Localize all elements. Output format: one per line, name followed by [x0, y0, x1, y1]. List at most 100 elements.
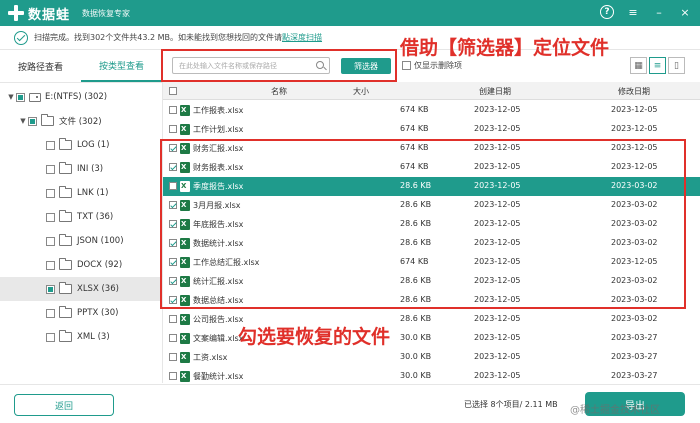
tree-item-lnk[interactable]: LNK (1) [0, 181, 163, 205]
folder-icon [59, 306, 72, 318]
select-all-checkbox[interactable] [169, 87, 177, 95]
table-row[interactable]: 年底报告.xlsx 28.6 KB 2023-12-05 2023-03-02 [163, 215, 700, 234]
tree-item-label: LOG (1) [77, 140, 110, 150]
col-name[interactable]: 名称 [271, 86, 287, 97]
close-icon[interactable]: × [678, 5, 692, 19]
chevron-down-icon[interactable]: ▼ [6, 93, 16, 101]
cell-size: 30.0 KB [400, 371, 432, 380]
tree-item-json[interactable]: JSON (100) [0, 229, 163, 253]
detail-view-icon[interactable]: ▯ [668, 57, 685, 74]
table-row[interactable]: 数据总结.xlsx 28.6 KB 2023-12-05 2023-03-02 [163, 291, 700, 310]
tree-item-drive[interactable]: ▼ E:(NTFS) (302) [0, 85, 163, 109]
col-size[interactable]: 大小 [353, 86, 369, 97]
tree-item-txt[interactable]: TXT (36) [0, 205, 163, 229]
cell-size: 28.6 KB [400, 276, 432, 285]
search-icon[interactable] [316, 61, 324, 69]
tree-item-label: XML (3) [77, 332, 110, 342]
col-created[interactable]: 创建日期 [479, 86, 511, 97]
row-checkbox[interactable] [169, 220, 177, 228]
cell-created: 2023-12-05 [474, 257, 521, 266]
chevron-down-icon[interactable]: ▼ [18, 117, 28, 125]
tree-checkbox[interactable] [46, 236, 55, 246]
excel-file-icon [180, 371, 190, 382]
cell-name: 餐勤统计.xlsx [193, 372, 244, 381]
tree-checkbox[interactable] [16, 92, 25, 102]
only-deleted-toggle[interactable]: 仅显示删除项 [402, 60, 462, 71]
only-deleted-checkbox[interactable] [402, 61, 411, 70]
row-checkbox[interactable] [169, 315, 177, 323]
table-row[interactable]: 工作总结汇报.xlsx 674 KB 2023-12-05 2023-12-05 [163, 253, 700, 272]
col-modified[interactable]: 修改日期 [618, 86, 650, 97]
search-input[interactable] [179, 61, 309, 70]
tree-checkbox[interactable] [46, 332, 55, 342]
table-header: 名称 大小 创建日期 修改日期 [163, 82, 700, 100]
tree-item-log[interactable]: LOG (1) [0, 133, 163, 157]
row-checkbox[interactable] [169, 258, 177, 266]
grid-view-icon[interactable]: ▦ [630, 57, 647, 74]
excel-file-icon [180, 143, 190, 154]
cell-created: 2023-12-05 [474, 181, 521, 190]
cell-modified: 2023-03-02 [611, 314, 658, 323]
tree-item-label: JSON (100) [77, 236, 124, 246]
excel-file-icon [180, 162, 190, 173]
tree-item-xml[interactable]: XML (3) [0, 325, 163, 349]
minimize-icon[interactable]: – [652, 5, 666, 19]
tree-checkbox[interactable] [28, 116, 37, 126]
table-row[interactable]: 工资.xlsx 30.0 KB 2023-12-05 2023-03-27 [163, 348, 700, 367]
tree-checkbox[interactable] [46, 284, 55, 294]
cell-modified: 2023-03-02 [611, 238, 658, 247]
row-checkbox[interactable] [169, 239, 177, 247]
cell-modified: 2023-12-05 [611, 105, 658, 114]
tree-checkbox[interactable] [46, 140, 55, 150]
table-row[interactable]: 工作计划.xlsx 674 KB 2023-12-05 2023-12-05 [163, 120, 700, 139]
cell-created: 2023-12-05 [474, 238, 521, 247]
table-row[interactable]: 财务报表.xlsx 674 KB 2023-12-05 2023-12-05 [163, 158, 700, 177]
excel-file-icon [180, 238, 190, 249]
filter-button[interactable]: 筛选器 [341, 58, 391, 74]
tab-by-type[interactable]: 按类型查看 [81, 51, 162, 82]
table-row[interactable]: 工作报表.xlsx 674 KB 2023-12-05 2023-12-05 [163, 101, 700, 120]
cell-created: 2023-12-05 [474, 143, 521, 152]
folder-icon [59, 234, 72, 246]
list-view-icon[interactable]: ≡ [649, 57, 666, 74]
excel-file-icon [180, 219, 190, 230]
search-box[interactable] [172, 57, 330, 74]
row-checkbox[interactable] [169, 353, 177, 361]
row-checkbox[interactable] [169, 125, 177, 133]
tree-item-ini[interactable]: INI (3) [0, 157, 163, 181]
row-checkbox[interactable] [169, 296, 177, 304]
app-name: 数据蛙 [28, 7, 71, 23]
row-checkbox[interactable] [169, 277, 177, 285]
tree-checkbox[interactable] [46, 260, 55, 270]
tree-item-docx[interactable]: DOCX (92) [0, 253, 163, 277]
back-button[interactable]: 返回 [14, 394, 114, 416]
help-icon[interactable]: ? [600, 5, 614, 19]
cell-created: 2023-12-05 [474, 276, 521, 285]
table-row[interactable]: 统计汇报.xlsx 28.6 KB 2023-12-05 2023-03-02 [163, 272, 700, 291]
table-row[interactable]: 3月月报.xlsx 28.6 KB 2023-12-05 2023-03-02 [163, 196, 700, 215]
tree-item-files[interactable]: ▼ 文件 (302) [0, 109, 163, 133]
tree-checkbox[interactable] [46, 212, 55, 222]
menu-icon[interactable]: ≡ [626, 5, 640, 19]
table-row[interactable]: 财务汇报.xlsx 674 KB 2023-12-05 2023-12-05 [163, 139, 700, 158]
tree-item-xlsx[interactable]: XLSX (36) [0, 277, 163, 301]
row-checkbox[interactable] [169, 201, 177, 209]
tree-checkbox[interactable] [46, 308, 55, 318]
watermark: @稀土掘金技术社区 [570, 405, 660, 416]
cell-name: 财务报表.xlsx [193, 163, 244, 172]
cell-name: 工作总结汇报.xlsx [193, 258, 260, 267]
tab-by-path[interactable]: 按路径查看 [0, 51, 81, 82]
table-row[interactable]: 季度报告.xlsx 28.6 KB 2023-12-05 2023-03-02 [163, 177, 700, 196]
tree-item-pptx[interactable]: PPTX (30) [0, 301, 163, 325]
cell-modified: 2023-03-27 [611, 371, 658, 380]
deep-scan-link[interactable]: 點深度扫描 [282, 32, 322, 43]
row-checkbox[interactable] [169, 163, 177, 171]
tree-checkbox[interactable] [46, 164, 55, 174]
row-checkbox[interactable] [169, 182, 177, 190]
row-checkbox[interactable] [169, 106, 177, 114]
row-checkbox[interactable] [169, 144, 177, 152]
row-checkbox[interactable] [169, 372, 177, 380]
tree-checkbox[interactable] [46, 188, 55, 198]
row-checkbox[interactable] [169, 334, 177, 342]
table-row[interactable]: 数据统计.xlsx 28.6 KB 2023-12-05 2023-03-02 [163, 234, 700, 253]
